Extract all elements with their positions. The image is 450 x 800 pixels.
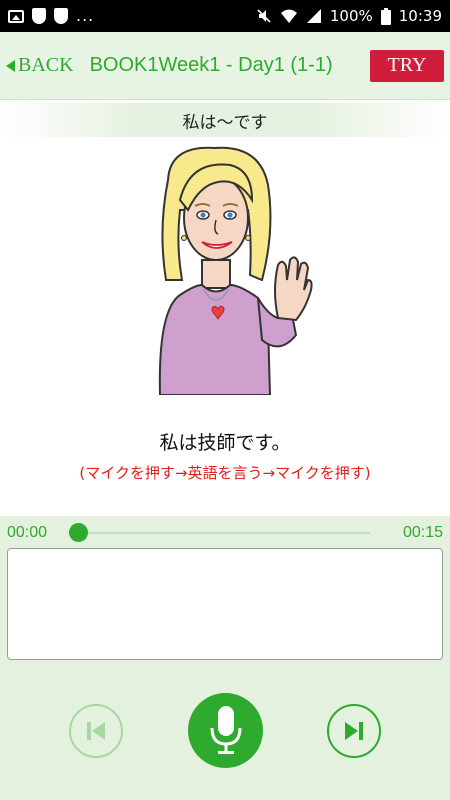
next-button[interactable] [327,704,381,758]
page-title: BOOK1Week1 - Day1 (1-1) [89,54,333,76]
back-button[interactable]: BACK [6,54,74,77]
back-arrow-icon [6,59,15,72]
current-time: 00:00 [7,524,48,541]
instruction-text: (マイクを押す→英語を言う→マイクを押す) [79,464,371,482]
recognized-speech-box[interactable] [7,548,443,660]
status-bar: ... 100% 10:39 [0,0,450,32]
more-notifications-indicator: ... [76,6,95,25]
battery-percent: 100% [329,7,373,25]
header-bar: BACK BOOK1Week1 - Day1 (1-1) TRY [0,32,450,100]
lesson-subtitle: 私は〜です [0,103,450,137]
wifi-icon [280,9,297,23]
skip-previous-icon [87,722,105,740]
shield-notification-icon [32,8,46,24]
seek-bar-track[interactable] [78,532,370,534]
microphone-icon [210,705,241,754]
mute-icon [257,9,271,23]
microphone-button[interactable] [188,693,263,768]
gallery-notification-icon [8,9,24,23]
clock: 10:39 [398,7,442,25]
skip-next-icon [345,722,363,740]
back-button-label: BACK [18,54,74,76]
woman-waving-illustration [158,146,313,395]
seek-bar-thumb[interactable] [69,523,88,542]
try-button[interactable]: TRY [370,49,444,82]
prompt-sentence: 私は技師です。 [159,432,291,454]
signal-icon [306,9,321,23]
total-time: 00:15 [402,524,443,541]
audio-seek-row: 00:00 00:15 [0,520,450,546]
previous-button[interactable] [69,704,123,758]
battery-icon [380,7,391,25]
shield-notification-icon-2 [54,8,68,24]
